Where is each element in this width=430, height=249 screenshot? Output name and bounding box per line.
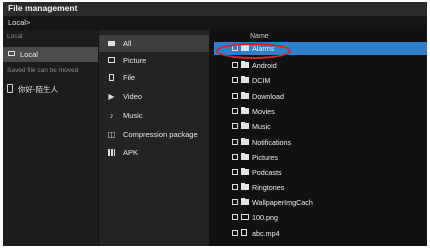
category-label: APK	[123, 148, 139, 157]
folder-icon	[241, 122, 249, 129]
checkbox[interactable]	[232, 93, 238, 99]
file-name: DCIM	[252, 76, 271, 85]
file-name: WallpaperImgCach	[252, 198, 313, 207]
sidebar-item-saved-label: 你好-陌生人	[18, 85, 58, 94]
category-file[interactable]: File	[99, 69, 209, 86]
checkbox[interactable]	[232, 169, 238, 175]
file-row-notifications[interactable]: Notifications	[219, 136, 427, 149]
category-label: Music	[123, 111, 143, 120]
folder-icon	[241, 76, 249, 83]
checkbox[interactable]	[232, 214, 238, 220]
picture-icon	[107, 56, 116, 65]
category-label: All	[123, 39, 132, 48]
checkbox[interactable]	[232, 139, 238, 145]
storage-sidebar: Local Local Saved file can be moved 你好-陌…	[3, 30, 98, 246]
category-label: Compression package	[123, 130, 198, 139]
file-row-dcim[interactable]: DCIM	[219, 74, 427, 87]
folder-icon	[241, 92, 249, 99]
checkbox[interactable]	[232, 230, 238, 236]
video-icon: ▶	[108, 92, 115, 101]
file-row-music[interactable]: Music	[219, 120, 427, 133]
checkbox[interactable]	[232, 154, 238, 160]
file-row-download[interactable]: Download	[219, 90, 427, 103]
category-label: File	[123, 73, 136, 82]
folder-icon	[241, 153, 249, 160]
file-row-android[interactable]: Android	[219, 59, 427, 72]
file-row-100-png[interactable]: 100.png	[219, 211, 427, 224]
file-list-panel: Name Alarms Android DCIM Download Movies	[210, 30, 427, 246]
category-label: Picture	[123, 56, 147, 65]
file-name: Android	[252, 61, 277, 70]
apk-icon	[107, 148, 116, 157]
category-compression-package[interactable]: ◫ Compression package	[99, 126, 209, 143]
file-name: Music	[252, 122, 271, 131]
file-row-movies[interactable]: Movies	[219, 105, 427, 118]
phone-icon	[7, 84, 13, 93]
compression-icon: ◫	[107, 130, 116, 139]
section-local-label: Local	[7, 33, 23, 40]
name-column-header[interactable]: Name	[250, 33, 269, 40]
checkbox[interactable]	[232, 77, 238, 83]
annotation-circle	[216, 43, 291, 59]
grid-icon	[107, 39, 116, 48]
file-name: Download	[252, 92, 284, 101]
folder-icon	[241, 198, 249, 205]
sidebar-item-local-label: Local	[20, 50, 38, 59]
checkbox[interactable]	[232, 184, 238, 190]
image-file-icon	[241, 214, 249, 220]
file-manager-window: File management Local> Local Local Saved…	[3, 2, 427, 246]
checkbox[interactable]	[232, 62, 238, 68]
section-saved-label: Saved file can be moved	[7, 67, 79, 74]
sidebar-item-saved[interactable]: 你好-陌生人	[7, 84, 58, 95]
folder-icon	[241, 168, 249, 175]
checkbox[interactable]	[232, 199, 238, 205]
checkbox[interactable]	[232, 108, 238, 114]
file-row-podcasts[interactable]: Podcasts	[219, 166, 427, 179]
category-picture[interactable]: Picture	[99, 52, 209, 69]
checkbox[interactable]	[232, 123, 238, 129]
breadcrumb[interactable]: Local>	[8, 18, 30, 27]
file-row-pictures[interactable]: Pictures	[219, 151, 427, 164]
file-name: Ringtones	[252, 183, 285, 192]
category-panel: All Picture File ▶ Video ♪ Music ◫ Compr…	[99, 30, 209, 246]
category-label: Video	[123, 92, 143, 101]
folder-icon	[241, 61, 249, 68]
file-row-wallpaperimgcach[interactable]: WallpaperImgCach	[219, 196, 427, 209]
file-row-abc-mp4[interactable]: abc.mp4	[219, 227, 427, 240]
category-music[interactable]: ♪ Music	[99, 107, 209, 124]
title-bar: File management	[3, 2, 427, 16]
file-name: Podcasts	[252, 168, 282, 177]
file-name: Notifications	[252, 138, 292, 147]
monitor-icon	[8, 51, 15, 56]
folder-icon	[241, 107, 249, 114]
app-title: File management	[8, 3, 78, 13]
music-icon: ♪	[109, 111, 114, 120]
category-video[interactable]: ▶ Video	[99, 88, 209, 105]
category-all[interactable]: All	[99, 35, 209, 52]
file-name: 100.png	[252, 213, 278, 222]
file-name: abc.mp4	[252, 229, 280, 238]
video-file-icon	[241, 229, 247, 236]
file-icon	[107, 73, 116, 82]
file-row-ringtones[interactable]: Ringtones	[219, 181, 427, 194]
folder-icon	[241, 183, 249, 190]
category-apk[interactable]: APK	[99, 144, 209, 161]
folder-icon	[241, 138, 249, 145]
file-name: Pictures	[252, 153, 278, 162]
sidebar-item-local[interactable]: Local	[3, 47, 98, 62]
file-name: Movies	[252, 107, 275, 116]
